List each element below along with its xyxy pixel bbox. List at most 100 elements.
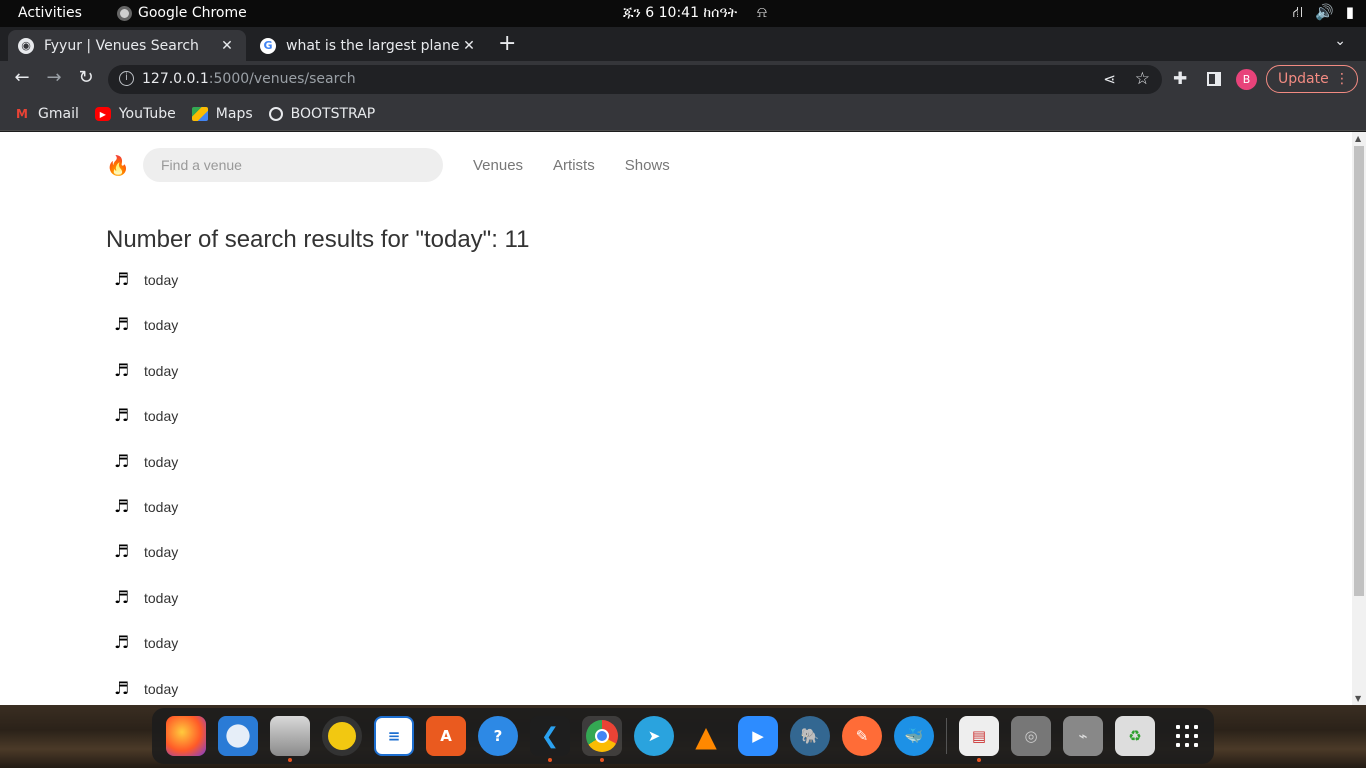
result-link[interactable]: today [144, 499, 178, 515]
tab-fyyur[interactable]: ◉ Fyyur | Venues Search ✕ [8, 30, 246, 61]
scroll-down-arrow-icon[interactable]: ▼ [1355, 694, 1361, 703]
result-item[interactable]: ♬ today [114, 314, 178, 359]
result-link[interactable]: today [144, 317, 178, 333]
vlc-icon[interactable]: ▲ [686, 716, 726, 756]
telegram-icon[interactable]: ➤ [634, 716, 674, 756]
scrollbar-thumb[interactable] [1354, 146, 1364, 596]
result-link[interactable]: today [144, 681, 178, 697]
music-note-icon: ♬ [114, 270, 130, 290]
result-link[interactable]: today [144, 544, 178, 560]
update-button[interactable]: Update ⋮ [1266, 65, 1358, 93]
nav-venues-link[interactable]: Venues [473, 157, 523, 174]
result-item[interactable]: ♬ today [114, 541, 178, 586]
gmail-icon: M [16, 107, 28, 121]
results-heading: Number of search results for "today": 11 [106, 226, 530, 253]
music-note-icon: ♬ [114, 633, 130, 654]
address-bar[interactable]: i 127.0.0.1:5000/venues/search ⋖ ☆ [108, 65, 1162, 94]
extensions-puzzle-icon[interactable]: ✚ [1173, 69, 1187, 89]
software-icon[interactable]: A [426, 716, 466, 756]
bookmark-gmail[interactable]: M Gmail [14, 106, 79, 122]
bookmark-star-icon[interactable]: ☆ [1135, 69, 1150, 89]
app-menu[interactable]: Google Chrome [117, 5, 247, 21]
firefox-icon[interactable] [166, 716, 206, 756]
bookmarks-bar: M Gmail ▶ YouTube Maps BOOTSTRAP [0, 98, 1366, 131]
bookmark-bootstrap[interactable]: BOOTSTRAP [268, 106, 375, 122]
result-link[interactable]: today [144, 272, 178, 288]
reload-icon[interactable]: ↻ [74, 67, 98, 88]
music-note-icon: ♬ [114, 496, 130, 517]
alarm-icon: ⍾ [757, 3, 767, 21]
bookmark-youtube[interactable]: ▶ YouTube [94, 106, 176, 122]
profile-avatar[interactable]: B [1236, 69, 1257, 90]
music-note-icon: ♬ [114, 678, 130, 699]
zoom-icon[interactable]: ▶ [738, 716, 778, 756]
tab-title: what is the largest planet [286, 37, 460, 54]
postgresql-icon[interactable]: 🐘 [790, 716, 830, 756]
globe-icon [268, 107, 283, 121]
result-item[interactable]: ♬ today [114, 269, 178, 314]
result-item[interactable]: ♬ today [114, 587, 178, 632]
result-link[interactable]: today [144, 590, 178, 606]
google-icon: G [260, 37, 276, 54]
system-top-bar: Activities Google Chrome ጁን 6 10:41 ከሰዓት… [0, 0, 1366, 27]
music-note-icon: ♬ [114, 360, 130, 381]
music-note-icon: ♬ [114, 315, 130, 336]
nav-shows-link[interactable]: Shows [625, 157, 670, 174]
maps-icon [191, 107, 208, 121]
show-apps-icon[interactable] [1167, 716, 1207, 756]
venue-search-input[interactable] [143, 148, 443, 182]
page-scrollbar[interactable]: ▲ ▼ [1352, 132, 1366, 705]
result-link[interactable]: today [144, 408, 178, 424]
usb-icon[interactable]: ⌁ [1063, 716, 1103, 756]
scroll-up-arrow-icon[interactable]: ▲ [1355, 134, 1361, 143]
new-tab-button[interactable]: + [498, 31, 516, 56]
result-link[interactable]: today [144, 363, 178, 379]
result-item[interactable]: ♬ today [114, 632, 178, 677]
close-tab-icon[interactable]: ✕ [218, 38, 236, 54]
trash-icon[interactable]: ♻ [1115, 716, 1155, 756]
youtube-icon: ▶ [94, 107, 111, 121]
tab-search-chevron-icon[interactable]: ⌄ [1334, 33, 1346, 49]
bookmark-maps[interactable]: Maps [191, 106, 253, 122]
postman-icon[interactable]: ✎ [842, 716, 882, 756]
app-menu-label: Google Chrome [138, 5, 247, 21]
url-text[interactable]: 127.0.0.1:5000/venues/search [142, 71, 356, 87]
close-tab-icon[interactable]: ✕ [460, 38, 478, 54]
rhythmbox-icon[interactable] [322, 716, 362, 756]
back-arrow-icon[interactable]: ← [10, 67, 34, 88]
fire-logo-icon[interactable]: 🔥 [106, 154, 143, 177]
thunderbird-icon[interactable] [218, 716, 258, 756]
help-icon[interactable]: ? [478, 716, 518, 756]
files-icon[interactable] [270, 716, 310, 762]
docker-icon[interactable]: 🐳 [894, 716, 934, 756]
tab-strip: ◉ Fyyur | Venues Search ✕ G what is the … [0, 27, 1366, 61]
forward-arrow-icon[interactable]: → [42, 67, 66, 88]
menu-kebab-icon[interactable]: ⋮ [1335, 66, 1349, 92]
result-item[interactable]: ♬ today [114, 451, 178, 496]
result-item[interactable]: ♬ today [114, 405, 178, 450]
music-note-icon: ♬ [114, 451, 130, 472]
chrome-icon[interactable] [582, 716, 622, 762]
result-item[interactable]: ♬ today [114, 496, 178, 541]
result-link[interactable]: today [144, 635, 178, 651]
music-note-icon: ♬ [114, 542, 130, 563]
tab-google[interactable]: G what is the largest planet ✕ [250, 30, 488, 61]
clock[interactable]: ጁን 6 10:41 ከሰዓት [623, 5, 737, 21]
music-note-icon: ♬ [114, 406, 130, 427]
result-item[interactable]: ♬ today [114, 360, 178, 405]
share-icon[interactable]: ⋖ [1103, 70, 1116, 88]
writer-icon[interactable]: ≡ [374, 716, 414, 756]
tab-title: Fyyur | Venues Search [44, 37, 199, 54]
disk-icon[interactable]: ◎ [1011, 716, 1051, 756]
document-viewer-icon[interactable]: ▤ [959, 716, 999, 762]
chrome-icon [117, 5, 132, 21]
dock: ≡ A ? ❮ ➤ ▲ ▶ 🐘 ✎ 🐳 ▤ ◎ ⌁ ♻ [152, 708, 1214, 764]
system-tray[interactable]: ⛙ 🔊 ▮ [1293, 3, 1355, 23]
result-item[interactable]: ♬ today [114, 678, 178, 705]
site-info-icon[interactable]: i [119, 71, 134, 86]
side-panel-icon[interactable] [1207, 72, 1221, 86]
result-link[interactable]: today [144, 454, 178, 470]
vscode-icon[interactable]: ❮ [530, 716, 570, 762]
nav-artists-link[interactable]: Artists [553, 157, 595, 174]
activities-button[interactable]: Activities [18, 5, 82, 21]
